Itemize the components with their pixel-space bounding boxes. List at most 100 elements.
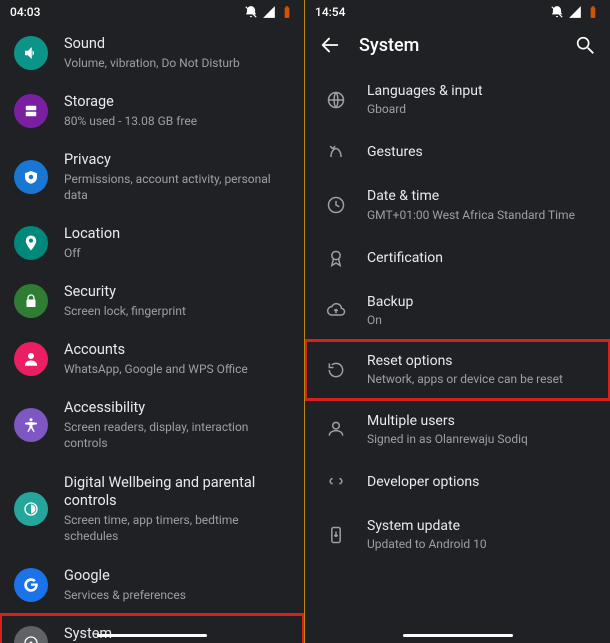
row-sub: Signed in as Olanrewaju Sodiq xyxy=(367,431,596,447)
row-texts: Backup On xyxy=(367,293,596,328)
system-row-languages[interactable]: Languages & input Gboard xyxy=(305,70,610,129)
status-bar: 04:03 xyxy=(0,0,304,24)
row-texts: Reset options Network, apps or device ca… xyxy=(367,352,596,387)
settings-row-accounts[interactable]: Accounts WhatsApp, Google and WPS Office xyxy=(0,330,304,388)
row-sub: 80% used - 13.08 GB free xyxy=(64,113,290,129)
row-label: Location xyxy=(64,225,290,244)
row-sub: Network, apps or device can be reset xyxy=(367,371,596,387)
row-sub: Services & preferences xyxy=(64,587,290,603)
accounts-icon xyxy=(14,342,48,376)
row-texts: Security Screen lock, fingerprint xyxy=(64,283,290,319)
row-sub: GMT+01:00 West Africa Standard Time xyxy=(367,207,596,223)
system-row-system-update[interactable]: System update Updated to Android 10 xyxy=(305,505,610,564)
storage-icon xyxy=(14,94,48,128)
status-bar: 14:54 xyxy=(305,0,610,24)
sound-icon xyxy=(14,36,48,70)
back-button[interactable] xyxy=(319,34,341,56)
row-label: Sound xyxy=(64,35,290,54)
settings-row-privacy[interactable]: Privacy Permissions, account activity, p… xyxy=(0,140,304,214)
row-label: Developer options xyxy=(367,473,596,491)
system-row-backup[interactable]: Backup On xyxy=(305,281,610,340)
system-row-date-time[interactable]: Date & time GMT+01:00 West Africa Standa… xyxy=(305,175,610,234)
row-label: Gestures xyxy=(367,143,596,161)
row-texts: Accessibility Screen readers, display, i… xyxy=(64,399,290,451)
row-sub: WhatsApp, Google and WPS Office xyxy=(64,361,290,377)
settings-row-sound[interactable]: Sound Volume, vibration, Do Not Disturb xyxy=(0,24,304,82)
system-row-multiple-users[interactable]: Multiple users Signed in as Olanrewaju S… xyxy=(305,400,610,459)
system-row-certification[interactable]: Certification xyxy=(305,235,610,281)
status-icons xyxy=(550,5,600,19)
settings-row-digital-wellbeing[interactable]: Digital Wellbeing and parental controls … xyxy=(0,463,304,556)
row-sub: Screen readers, display, interaction con… xyxy=(64,419,290,451)
row-texts: Google Services & preferences xyxy=(64,567,290,603)
status-time: 04:03 xyxy=(10,5,40,19)
status-time: 14:54 xyxy=(315,5,345,19)
settings-row-location[interactable]: Location Off xyxy=(0,214,304,272)
settings-row-google[interactable]: Google Services & preferences xyxy=(0,556,304,614)
accessibility-icon xyxy=(14,408,48,442)
row-label: Digital Wellbeing and parental controls xyxy=(64,474,290,512)
location-icon xyxy=(14,226,48,260)
row-texts: Multiple users Signed in as Olanrewaju S… xyxy=(367,412,596,447)
row-label: Privacy xyxy=(64,151,290,170)
app-bar: System xyxy=(305,24,610,70)
search-button[interactable] xyxy=(574,34,596,56)
certification-icon xyxy=(325,247,347,269)
dnd-icon xyxy=(244,5,258,19)
wellbeing-icon xyxy=(14,492,48,526)
dnd-icon xyxy=(550,5,564,19)
nav-handle[interactable] xyxy=(97,634,207,637)
battery-icon xyxy=(280,5,294,19)
users-icon xyxy=(325,418,347,440)
developer-icon xyxy=(325,471,347,493)
cloud-upload-icon xyxy=(325,299,347,321)
signal-icon xyxy=(262,5,276,19)
system-screen: 14:54 System Languages & input Gboard Ge… xyxy=(305,0,610,643)
row-label: Backup xyxy=(367,293,596,311)
security-icon xyxy=(14,284,48,318)
reset-icon xyxy=(325,359,347,381)
settings-row-storage[interactable]: Storage 80% used - 13.08 GB free xyxy=(0,82,304,140)
signal-icon xyxy=(568,5,582,19)
row-sub: Updated to Android 10 xyxy=(367,536,596,552)
row-texts: Developer options xyxy=(367,473,596,491)
battery-icon xyxy=(586,5,600,19)
system-row-gestures[interactable]: Gestures xyxy=(305,129,610,175)
row-label: Date & time xyxy=(367,187,596,205)
gestures-icon xyxy=(325,141,347,163)
status-icons xyxy=(244,5,294,19)
row-sub: Screen time, app timers, bedtime schedul… xyxy=(64,512,290,544)
system-row-developer-options[interactable]: Developer options xyxy=(305,459,610,505)
row-texts: Gestures xyxy=(367,143,596,161)
system-update-icon xyxy=(325,524,347,546)
settings-row-system[interactable]: System Languages, gestures, time, backup xyxy=(0,614,304,643)
row-label: Accounts xyxy=(64,341,290,360)
row-texts: Digital Wellbeing and parental controls … xyxy=(64,474,290,545)
google-icon xyxy=(14,568,48,602)
row-label: Security xyxy=(64,283,290,302)
row-label: Accessibility xyxy=(64,399,290,418)
row-texts: Date & time GMT+01:00 West Africa Standa… xyxy=(367,187,596,222)
row-sub: Gboard xyxy=(367,101,596,117)
row-label: Storage xyxy=(64,93,290,112)
row-sub: On xyxy=(367,312,596,328)
row-texts: Accounts WhatsApp, Google and WPS Office xyxy=(64,341,290,377)
page-title: System xyxy=(359,35,556,56)
nav-handle[interactable] xyxy=(403,634,513,637)
row-texts: System update Updated to Android 10 xyxy=(367,517,596,552)
row-label: Languages & input xyxy=(367,82,596,100)
row-label: Multiple users xyxy=(367,412,596,430)
row-sub: Screen lock, fingerprint xyxy=(64,303,290,319)
settings-row-accessibility[interactable]: Accessibility Screen readers, display, i… xyxy=(0,388,304,462)
row-texts: Sound Volume, vibration, Do Not Disturb xyxy=(64,35,290,71)
row-label: Certification xyxy=(367,249,596,267)
row-texts: Storage 80% used - 13.08 GB free xyxy=(64,93,290,129)
row-texts: Location Off xyxy=(64,225,290,261)
row-texts: Privacy Permissions, account activity, p… xyxy=(64,151,290,203)
settings-row-security[interactable]: Security Screen lock, fingerprint xyxy=(0,272,304,330)
system-row-reset-options[interactable]: Reset options Network, apps or device ca… xyxy=(305,340,610,399)
settings-list: Sound Volume, vibration, Do Not Disturb … xyxy=(0,24,304,643)
system-icon xyxy=(14,626,48,643)
row-texts: Languages & input Gboard xyxy=(367,82,596,117)
settings-screen: 04:03 Sound Volume, vibration, Do Not Di… xyxy=(0,0,305,643)
